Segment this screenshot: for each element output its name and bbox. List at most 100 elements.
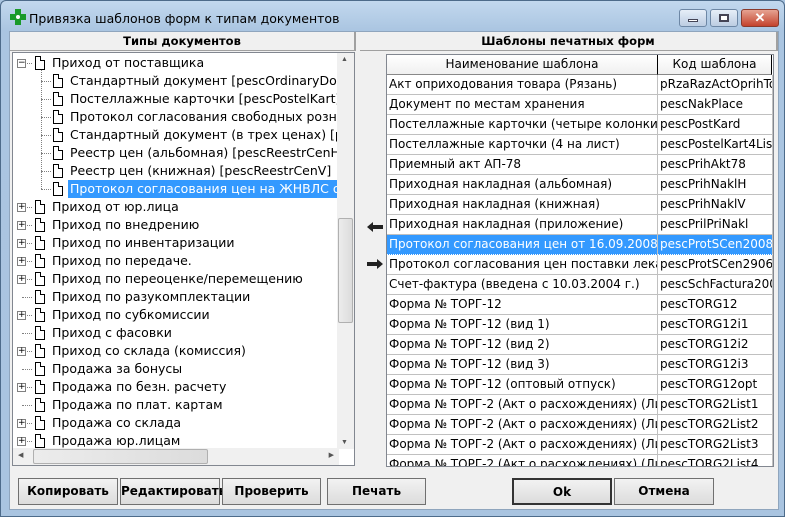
document-icon <box>35 200 45 214</box>
template-name-cell: Документ по местам хранения <box>387 95 658 115</box>
copy-button[interactable]: Копировать <box>18 478 118 505</box>
tree-horizontal-scrollbar[interactable]: ◀ ▶ <box>13 448 339 465</box>
table-row[interactable]: Приходная накладная (книжная) pescPrihNak… <box>387 195 773 215</box>
close-button[interactable]: ✕ <box>741 9 779 27</box>
column-header-name[interactable]: Наименование шаблона <box>387 55 658 75</box>
minimize-button[interactable] <box>679 9 707 27</box>
table-row[interactable]: Акт оприходования товара (Рязань) pRzaRaz… <box>387 75 773 95</box>
document-types-tree[interactable]: + Продажа юр.лицам + Продажа со склада Прода… <box>12 52 355 466</box>
tree-item-label: Приход по передаче. <box>52 253 192 268</box>
template-name-cell: Форма № ТОРГ-12 <box>387 295 658 315</box>
tree-item[interactable]: Реестр цен (альбомная) [pescReestrCenH] <box>13 135 345 162</box>
tree-item[interactable]: − Приход от поставщика <box>13 54 339 72</box>
plus-expander-icon[interactable]: + <box>17 311 26 320</box>
maximize-button[interactable] <box>710 9 738 27</box>
ok-button[interactable]: Ok <box>512 478 612 505</box>
scroll-thumb[interactable] <box>33 449 208 464</box>
template-code-cell: pescPostKard <box>658 115 773 135</box>
tree-item[interactable]: Постеллажные карточки [pescPostelKart] <box>13 81 340 108</box>
arrow-right-icon[interactable] <box>367 259 383 269</box>
table-row[interactable]: Форма № ТОРГ-12 (оптовый отпуск) pescTORG… <box>387 375 773 395</box>
tree-item-label: Протокол согласования цен на ЖНВЛС от 03… <box>68 180 354 198</box>
plus-expander-icon[interactable]: + <box>17 419 26 428</box>
templates-grid[interactable]: Наименование шаблона Код шаблона Акт опр… <box>386 54 774 467</box>
tree-item-label: Приход по субкомиссии <box>52 307 210 322</box>
table-row[interactable]: Документ по местам хранения pescNakPlace <box>387 95 773 115</box>
template-name-cell: Приходная накладная (приложение) <box>387 215 658 235</box>
template-code-cell: pescSchFactura200 <box>658 275 773 295</box>
tree-item-label: Приход по разукомплектации <box>52 289 251 304</box>
tree-item[interactable]: Стандартный документ (в трех ценах) [pes… <box>13 117 354 144</box>
scroll-thumb[interactable] <box>338 218 353 323</box>
tree-item[interactable]: + Приход по субкомиссии <box>13 306 339 324</box>
template-name-cell: Форма № ТОРГ-12 (вид 1) <box>387 315 658 335</box>
print-button[interactable]: Печать <box>327 478 426 505</box>
table-row[interactable]: Приходная накладная (альбомная) pescPrihN… <box>387 175 773 195</box>
table-row[interactable]: Приемный акт АП-78 pescPrihAkt78 <box>387 155 773 175</box>
template-name-cell: Форма № ТОРГ-2 (Акт о расхождениях) (Лис <box>387 415 658 435</box>
dialog-window: Привязка шаблонов форм к типам документо… <box>0 0 785 517</box>
plus-expander-icon[interactable]: + <box>17 437 26 446</box>
table-row[interactable]: Форма № ТОРГ-12 (вид 2) pescTORG12i2 <box>387 335 773 355</box>
tree-item[interactable]: Приход по разукомплектации <box>13 288 339 306</box>
tree-item[interactable]: Продажа за бонусы <box>13 360 339 378</box>
tree-item[interactable]: + Продажа со склада <box>13 414 339 432</box>
table-row[interactable]: Форма № ТОРГ-12 (вид 1) pescTORG12i1 <box>387 315 773 335</box>
check-button[interactable]: Проверить <box>222 478 321 505</box>
tree-vertical-scrollbar[interactable]: ▲ ▼ <box>337 53 354 449</box>
column-header-code[interactable]: Код шаблона <box>658 55 772 75</box>
tree-item[interactable]: + Продажа по безн. расчету <box>13 378 339 396</box>
table-row[interactable]: Форма № ТОРГ-2 (Акт о расхождениях) (Лис… <box>387 395 773 415</box>
tree-item[interactable]: + Приход со склада (комиссия) <box>13 342 339 360</box>
plus-expander-icon[interactable]: + <box>17 239 26 248</box>
table-row[interactable]: Приходная накладная (приложение) pescPril… <box>387 215 773 235</box>
template-name-cell: Приходная накладная (альбомная) <box>387 175 658 195</box>
template-code-cell: pescTORG12opt <box>658 375 773 395</box>
arrow-left-icon[interactable] <box>367 222 383 232</box>
tree-item[interactable]: Продажа по плат. картам <box>13 396 339 414</box>
table-row[interactable]: Форма № ТОРГ-12 pescTORG12 <box>387 295 773 315</box>
plus-expander-icon[interactable]: + <box>17 257 26 266</box>
tree-item[interactable]: + Приход по передаче. <box>13 252 339 270</box>
cancel-button[interactable]: Отмена <box>614 478 714 505</box>
table-row[interactable]: Форма № ТОРГ-12 (вид 3) pescTORG12i3 <box>387 355 773 375</box>
plus-expander-icon[interactable]: + <box>17 275 26 284</box>
table-row[interactable]: Счет-фактура (введена с 10.03.2004 г.) pe… <box>387 275 773 295</box>
template-name-cell: Протокол согласования цен от 16.09.2008 … <box>387 235 658 255</box>
template-code-cell: pescProtSCen2906 <box>658 255 773 275</box>
table-row[interactable]: Форма № ТОРГ-2 (Акт о расхождениях) (Лис… <box>387 455 773 466</box>
tree-item-label: Продажа по плат. картам <box>52 397 223 412</box>
plus-expander-icon[interactable]: + <box>17 203 26 212</box>
tree-item[interactable]: Протокол согласования свободных розничны… <box>13 99 354 126</box>
tree-item[interactable]: + Приход по переоценке/перемещению <box>13 270 339 288</box>
tree-item[interactable]: Реестр цен (книжная) [pescReestrCenV] <box>13 153 339 180</box>
edit-button[interactable]: Редактировать <box>120 478 226 505</box>
tree-item[interactable]: + Приход по внедрению <box>13 216 339 234</box>
template-code-cell: pescProtSCen2008 <box>658 235 773 255</box>
table-row[interactable]: Форма № ТОРГ-2 (Акт о расхождениях) (Лис… <box>387 415 773 435</box>
document-icon <box>53 164 63 178</box>
table-row[interactable]: Протокол согласования цен от 16.09.2008 … <box>387 235 773 255</box>
table-row[interactable]: Постеллажные карточки (четыре колонки) pe… <box>387 115 773 135</box>
document-icon <box>35 308 45 322</box>
table-row[interactable]: Постеллажные карточки (4 на лист) pescPos… <box>387 135 773 155</box>
tree-item[interactable]: Приход с фасовки <box>13 324 339 342</box>
minus-expander-icon[interactable]: − <box>17 59 26 68</box>
document-icon <box>35 434 45 448</box>
template-name-cell: Акт оприходования товара (Рязань) <box>387 75 658 95</box>
tree-item[interactable]: Протокол согласования цен на ЖНВЛС от 03… <box>13 171 354 198</box>
template-name-cell: Форма № ТОРГ-12 (оптовый отпуск) <box>387 375 658 395</box>
tree-item[interactable]: + Приход по инвентаризации <box>13 234 339 252</box>
plus-expander-icon[interactable]: + <box>17 347 26 356</box>
plus-expander-icon[interactable]: + <box>17 221 26 230</box>
table-row[interactable]: Форма № ТОРГ-2 (Акт о расхождениях) (Лис… <box>387 435 773 455</box>
tree-item[interactable]: + Приход от юр.лица <box>13 198 339 216</box>
tree-item[interactable]: Стандартный документ [pescOrdinaryDoc] <box>13 68 348 90</box>
plus-expander-icon[interactable]: + <box>17 383 26 392</box>
tree-item-label: Приход со склада (комиссия) <box>52 343 246 358</box>
print-templates-header: Шаблоны печатных форм <box>360 32 778 51</box>
template-code-cell: pescPrihNaklV <box>658 195 773 215</box>
table-row[interactable]: Протокол согласования цен поставки лекар… <box>387 255 773 275</box>
document-icon <box>35 362 45 376</box>
document-icon <box>35 416 45 430</box>
